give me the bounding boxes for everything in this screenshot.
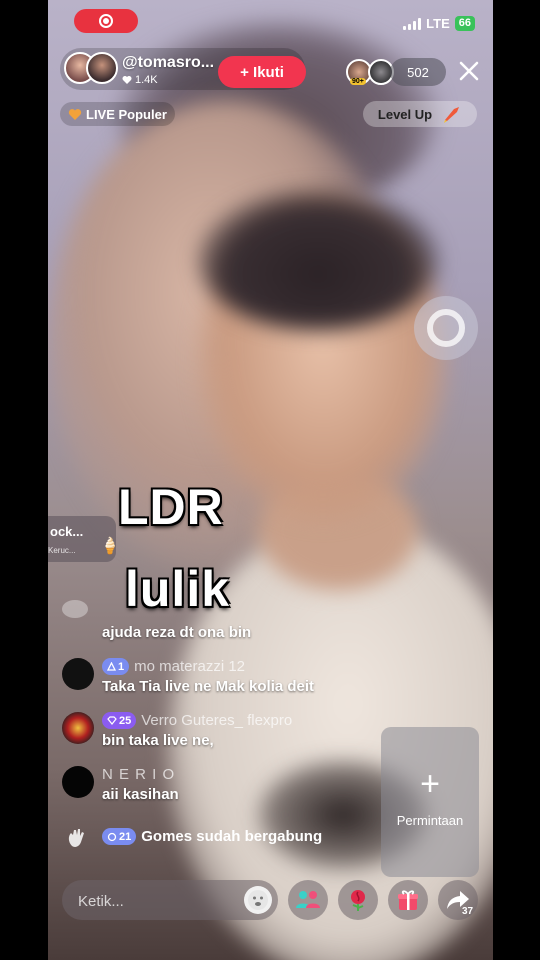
ice-cream-icon: 🍦 (100, 538, 120, 555)
heart-icon (122, 76, 132, 84)
guests-icon (296, 891, 320, 908)
chat-message-text: aii kasihan (102, 786, 179, 803)
guests-button[interactable] (288, 880, 328, 920)
wave-icon (68, 829, 84, 847)
floating-assist-button[interactable] (414, 296, 478, 360)
status-bar: LTE 66 (403, 16, 475, 31)
chat-username-row: 1 mo materazzi 12 (102, 658, 245, 675)
follow-button[interactable]: + Ikuti (218, 56, 306, 88)
side-card-title: ock... (50, 524, 84, 539)
plus-icon: + (420, 765, 440, 803)
user-avatar[interactable] (62, 712, 94, 744)
live-popular-label: LIVE Populer (86, 106, 167, 122)
fire-heart-icon (68, 108, 82, 120)
level-up-label: Level Up (377, 106, 433, 122)
request-button[interactable]: + Permintaan (381, 727, 479, 877)
comment-input[interactable] (76, 880, 230, 922)
live-stream-screen: LTE 66 @tomasro... 1.4K + Ikuti 502 90+ … (48, 0, 493, 960)
level-triangle-icon (107, 662, 116, 671)
screen-record-indicator[interactable] (74, 9, 138, 33)
level-up-badge[interactable]: Level Up (363, 101, 477, 127)
rose-icon (351, 890, 365, 911)
battery-indicator: 66 (454, 16, 475, 31)
user-avatar (62, 600, 88, 618)
share-button[interactable]: 37 (438, 880, 478, 920)
chat-username: N E R I O (102, 766, 176, 783)
diamond-icon (107, 716, 117, 725)
video-foreground-hair (198, 190, 438, 330)
chat-username: mo materazzi 12 (134, 658, 245, 675)
chat-message-text: ajuda reza dt ona bin (102, 624, 252, 641)
caption-line-2: lulik (125, 561, 231, 617)
side-card-subtitle: Keruc... (48, 546, 76, 555)
network-type: LTE (426, 16, 450, 31)
gift-icon (398, 890, 418, 910)
chat-message-text: Taka Tia live ne Mak kolia deit (102, 678, 315, 695)
signal-icon (403, 17, 422, 30)
share-count: 37 (462, 906, 474, 917)
host-likes: 1.4K (122, 74, 158, 86)
level-gem-icon (107, 832, 117, 841)
caption-line-1: LDR (118, 479, 224, 535)
live-popular-badge[interactable]: LIVE Populer (60, 102, 175, 126)
user-avatar[interactable] (62, 766, 94, 798)
chat-username-row: 25 Verro Guteres_ flexpro (102, 712, 292, 729)
request-label: Permintaan (396, 813, 464, 828)
likes-count: 1.4K (135, 74, 158, 86)
user-level-badge: 1 (102, 658, 130, 675)
close-icon[interactable] (456, 58, 482, 84)
comment-box[interactable] (62, 880, 278, 922)
viewer-rank-badge: 90+ (350, 78, 366, 85)
chat-message-text: bin taka live ne, (102, 732, 214, 749)
user-level-badge: 21 (102, 828, 137, 845)
join-text: Gomes sudah bergabung (141, 828, 323, 845)
side-promo-card[interactable]: ock... Keruc... 🍦 (48, 516, 120, 562)
emoji-icon[interactable] (244, 886, 272, 914)
host-username[interactable]: @tomasro... (122, 54, 214, 72)
rocket-icon (444, 107, 460, 123)
rose-gift-button[interactable] (338, 880, 378, 920)
user-level-badge: 25 (102, 712, 137, 729)
gift-button[interactable] (388, 880, 428, 920)
viewer-count[interactable]: 502 (390, 58, 446, 86)
chat-username: Verro Guteres_ flexpro (141, 712, 293, 729)
record-icon (99, 14, 113, 28)
user-avatar[interactable] (62, 658, 94, 690)
join-row: 21 Gomes sudah bergabung (102, 828, 322, 845)
cohost-avatar[interactable] (86, 52, 118, 84)
